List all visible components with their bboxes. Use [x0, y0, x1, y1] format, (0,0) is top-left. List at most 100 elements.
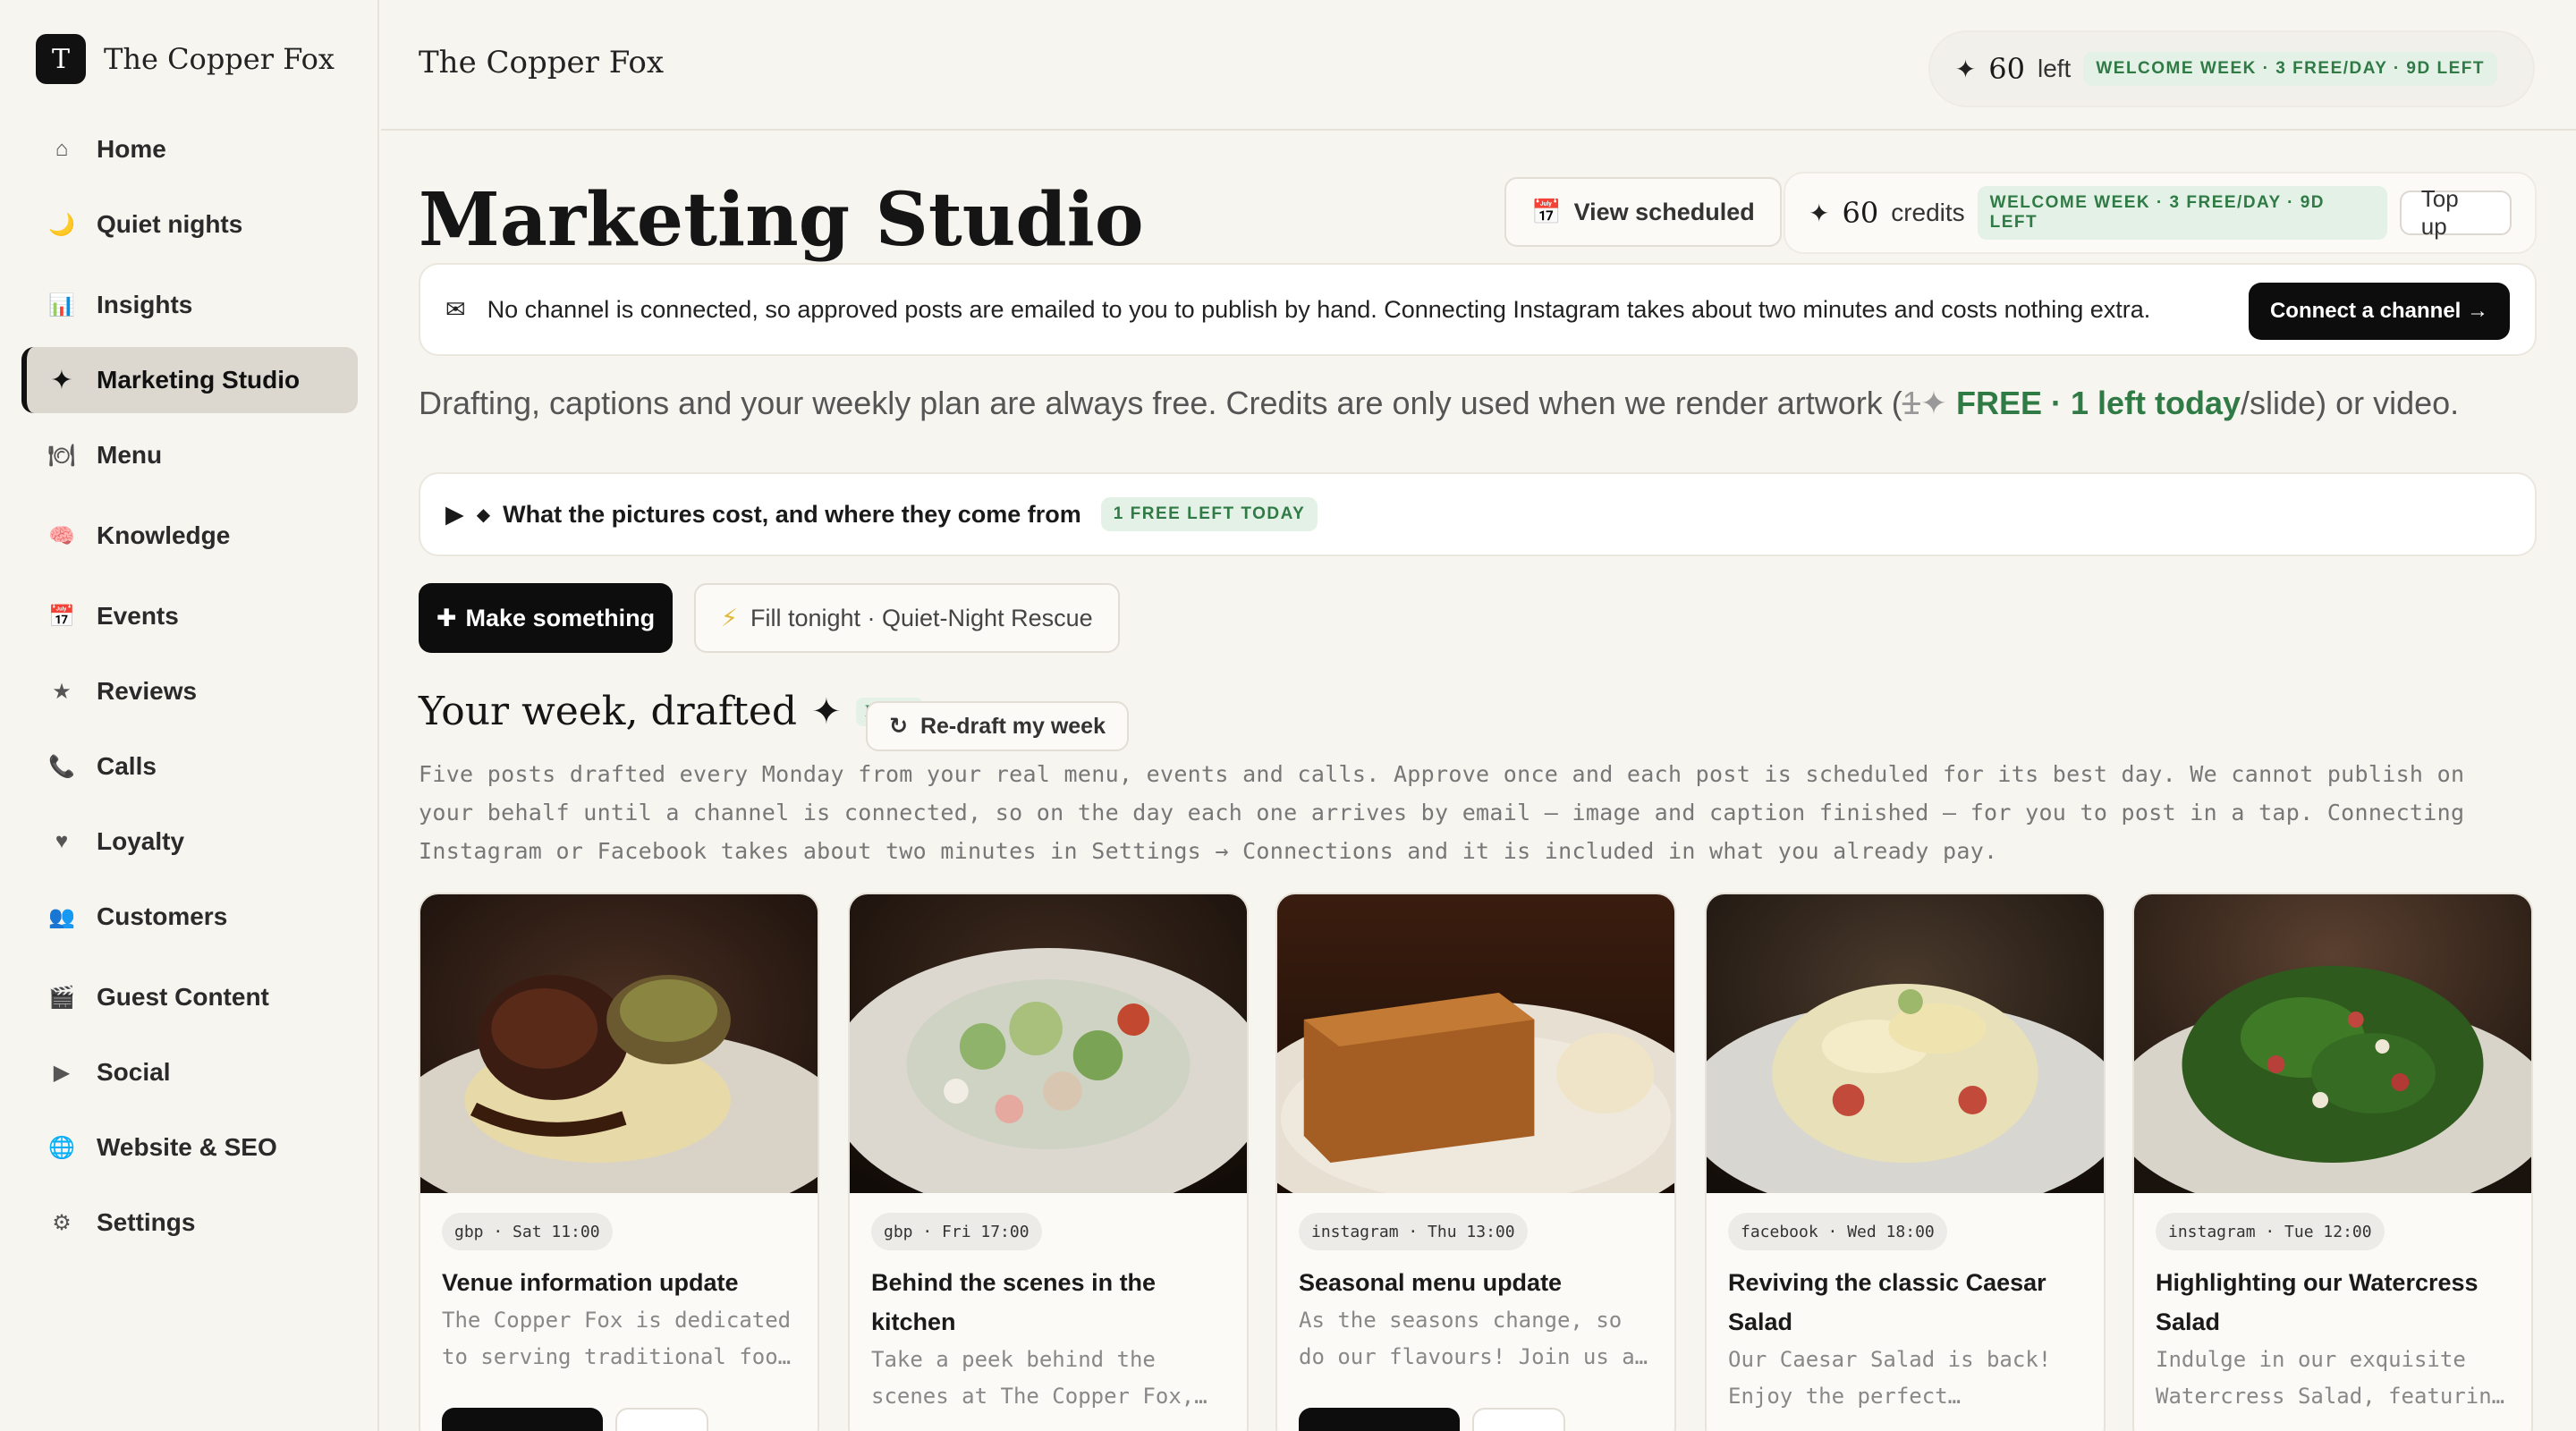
brand-logo: T — [36, 34, 86, 84]
star-icon: ★ — [52, 679, 72, 704]
post-card[interactable]: instagram · Thu 13:00 Seasonal menu upda… — [1275, 893, 1676, 1431]
sidebar-item-guest-content[interactable]: 🎬 Guest Content — [21, 964, 358, 1030]
channel-schedule-chip: gbp · Sat 11:00 — [442, 1213, 613, 1250]
post-image — [2134, 894, 2531, 1193]
free-info-text: Drafting, captions and your weekly plan … — [419, 385, 1902, 421]
post-card[interactable]: gbp · Sat 11:00 Venue information update… — [419, 893, 819, 1431]
sidebar-item-label: Settings — [97, 1208, 196, 1236]
free-info-suffix: /slide) or video. — [2241, 385, 2460, 421]
sidebar-item-marketing-studio[interactable]: ✦ Marketing Studio — [21, 347, 358, 413]
sidebar-item-label: Events — [97, 602, 179, 630]
sidebar-item-events[interactable]: 📅 Events — [21, 583, 358, 649]
sidebar-item-website-seo[interactable]: 🌐 Website & SEO — [21, 1114, 358, 1181]
picture-cost-disclosure[interactable]: ▶ ◆ What the pictures cost, and where th… — [419, 472, 2537, 556]
no-channel-notice: ✉ No channel is connected, so approved p… — [419, 263, 2537, 356]
brain-icon: 🧠 — [48, 523, 75, 548]
sidebar-item-customers[interactable]: 👥 Customers — [21, 884, 358, 950]
post-card[interactable]: facebook · Wed 18:00 Reviving the classi… — [1705, 893, 2106, 1431]
post-card[interactable]: gbp · Fri 17:00 Behind the scenes in the… — [848, 893, 1249, 1431]
sidebar-item-label: Loyalty — [97, 827, 185, 855]
top-up-button[interactable]: Top up — [2399, 185, 2512, 240]
brand[interactable]: T The Copper Fox — [36, 34, 335, 84]
redraft-week-button[interactable]: ↻ Re-draft my week — [866, 701, 1129, 751]
post-actions — [1299, 1408, 1565, 1431]
gear-icon: ⚙ — [52, 1210, 72, 1235]
sidebar-item-social[interactable]: ▶ Social — [21, 1039, 358, 1105]
redraft-label: Re-draft my week — [919, 713, 1106, 739]
post-image — [1707, 894, 2104, 1193]
connect-channel-button[interactable]: Connect a channel → — [2249, 283, 2510, 340]
notice-text: No channel is connected, so approved pos… — [487, 295, 2151, 323]
week-description: Five posts drafted every Monday from you… — [419, 761, 2465, 864]
lightning-icon: ⚡ — [721, 604, 738, 631]
make-something-label: Make something — [465, 604, 656, 631]
post-title: Behind the scenes in the kitchen — [871, 1269, 1157, 1335]
venue-title: The Copper Fox — [419, 45, 665, 80]
sidebar-item-loyalty[interactable]: ♥ Loyalty — [21, 809, 358, 875]
sidebar-item-label: Insights — [97, 291, 193, 318]
free-today-text: FREE · 1 left today — [1956, 385, 2241, 421]
free-info-line: Drafting, captions and your weekly plan … — [419, 385, 2459, 422]
credits-pill[interactable]: ✦ 60 left WELCOME WEEK · 3 FREE/DAY · 9D… — [1928, 30, 2535, 107]
drafted-posts: gbp · Sat 11:00 Venue information update… — [419, 893, 2537, 1431]
sidebar-item-menu[interactable]: 🍽 Menu — [21, 422, 358, 488]
credits-label: left — [2037, 55, 2072, 82]
post-preview: As the seasons change, so do our flavour… — [1299, 1308, 1648, 1369]
quiet-night-rescue-button[interactable]: ⚡ Fill tonight · Quiet-Night Rescue — [694, 583, 1120, 653]
sidebar-item-insights[interactable]: 📊 Insights — [21, 272, 358, 338]
channel-schedule-chip: facebook · Wed 18:00 — [1728, 1213, 1947, 1250]
credits-count: 60 — [1842, 196, 1879, 230]
plate-icon: 🍽 — [47, 443, 76, 468]
sidebar-item-knowledge[interactable]: 🧠 Knowledge — [21, 503, 358, 569]
globe-icon: 🌐 — [48, 1135, 75, 1160]
sidebar-item-calls[interactable]: 📞 Calls — [21, 733, 358, 800]
view-scheduled-button[interactable]: 📅 View scheduled — [1504, 177, 1782, 247]
rescue-label: Fill tonight · Quiet-Night Rescue — [750, 604, 1093, 631]
sidebar-item-label: Customers — [97, 902, 228, 930]
post-preview: Take a peek behind the scenes at The Cop… — [871, 1347, 1208, 1409]
channel-schedule-chip: gbp · Fri 17:00 — [871, 1213, 1042, 1250]
edit-button[interactable] — [1472, 1408, 1565, 1431]
post-preview: Our Caesar Salad is back! Enjoy the perf… — [1728, 1347, 2052, 1409]
refresh-icon: ↻ — [889, 714, 908, 739]
post-title: Venue information update — [442, 1269, 739, 1296]
welcome-week-badge: WELCOME WEEK · 3 FREE/DAY · 9D LEFT — [1977, 186, 2387, 240]
people-icon: 👥 — [48, 904, 75, 929]
edit-button[interactable] — [615, 1408, 708, 1431]
credits-box: ✦ 60 credits WELCOME WEEK · 3 FREE/DAY ·… — [1784, 172, 2537, 254]
brand-name: The Copper Fox — [104, 42, 335, 76]
sidebar-item-label: Home — [97, 135, 166, 163]
sidebar-item-label: Social — [97, 1058, 171, 1086]
sidebar-item-label: Menu — [97, 441, 163, 469]
sparkle-icon: ✦ — [1954, 55, 1977, 83]
sidebar-item-home[interactable]: ⌂ Home — [21, 116, 358, 182]
make-something-button[interactable]: ✚ Make something — [419, 583, 673, 653]
approve-button[interactable] — [1299, 1408, 1460, 1431]
phone-icon: 📞 — [48, 754, 75, 779]
sidebar-item-settings[interactable]: ⚙ Settings — [21, 1190, 358, 1256]
sidebar-item-label: Knowledge — [97, 521, 231, 549]
post-card[interactable]: instagram · Tue 12:00 Highlighting our W… — [2132, 893, 2533, 1431]
sparkle-icon: ✦ — [50, 365, 73, 395]
free-left-badge: 1 FREE LEFT TODAY — [1100, 497, 1318, 531]
channel-schedule-chip: instagram · Thu 13:00 — [1299, 1213, 1528, 1250]
sidebar-item-label: Guest Content — [97, 983, 269, 1011]
post-preview: Indulge in our exquisite Watercress Sala… — [2156, 1347, 2505, 1409]
view-scheduled-label: View scheduled — [1573, 198, 1755, 225]
week-title-text: Your week, drafted — [419, 689, 798, 734]
bar-chart-icon: 📊 — [48, 292, 75, 318]
page-title: Marketing Studio — [419, 177, 1144, 263]
post-title: Seasonal menu update — [1299, 1269, 1563, 1296]
struck-price: 1 — [1902, 385, 1920, 421]
post-title: Highlighting our Watercress Salad — [2156, 1269, 2479, 1335]
play-icon: ▶ — [53, 1060, 71, 1085]
post-title: Reviving the classic Caesar Salad — [1728, 1269, 2046, 1335]
sidebar-item-quiet-nights[interactable]: 🌙 Quiet nights — [21, 191, 358, 258]
approve-button[interactable] — [442, 1408, 603, 1431]
sidebar-item-label: Calls — [97, 752, 157, 780]
sidebar-item-label: Website & SEO — [97, 1133, 277, 1161]
week-section-title: Your week, drafted ✦ FREE — [419, 689, 923, 734]
sidebar-item-reviews[interactable]: ★ Reviews — [21, 658, 358, 724]
credits-label: credits — [1891, 199, 1965, 226]
sidebar: T The Copper Fox ⌂ Home 🌙 Quiet nights 📊 In… — [0, 0, 379, 1431]
